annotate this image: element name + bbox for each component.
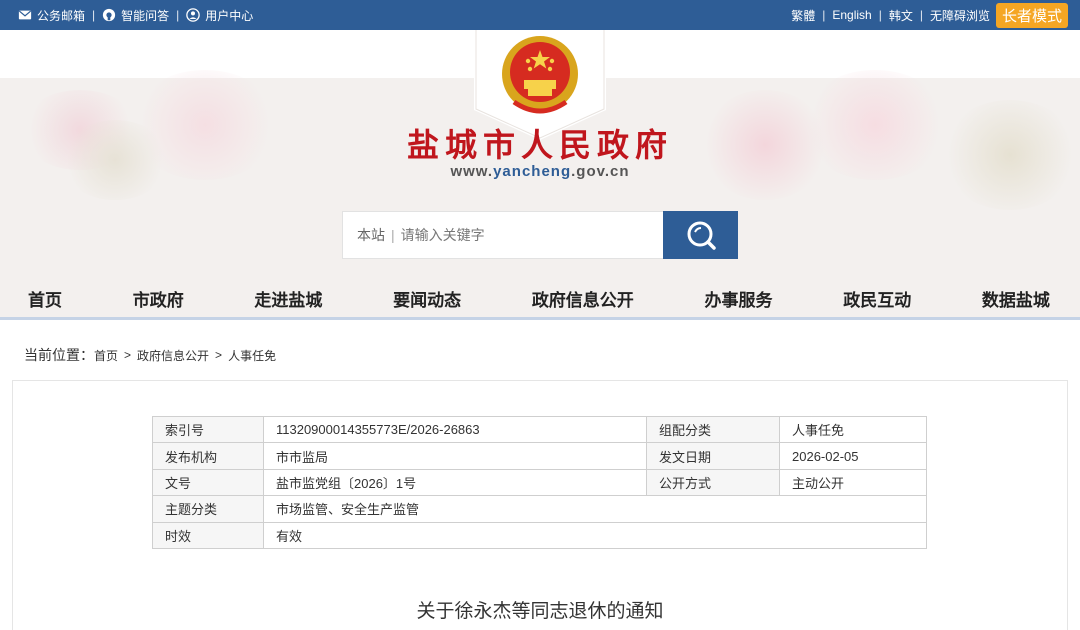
user-center-link[interactable]: 用户中心 — [186, 7, 253, 24]
meta-label: 公开方式 — [646, 468, 780, 497]
nav-item-about-city[interactable]: 走进盐城 — [254, 286, 322, 311]
domain-suffix: .gov.cn — [571, 163, 630, 180]
chat-robot-icon — [103, 8, 116, 22]
traditional-chinese-link[interactable]: 繁體 — [791, 7, 815, 24]
elder-mode-button[interactable]: 长者模式 — [995, 2, 1068, 28]
nav-item-info-disclosure[interactable]: 政府信息公开 — [532, 286, 634, 311]
table-row: 时效 有效 — [152, 521, 927, 549]
site-search: 本站 | — [342, 211, 738, 259]
qa-link-label: 智能问答 — [121, 8, 170, 23]
search-box: 本站 | — [342, 211, 664, 259]
divider: | — [919, 8, 923, 22]
breadcrumb-home[interactable]: 首页 — [94, 347, 118, 364]
search-scope[interactable]: 本站 — [357, 225, 385, 245]
breadcrumb: 当前位置： 首页 > 政府信息公开 > 人事任免 — [24, 345, 276, 365]
nav-item-home[interactable]: 首页 — [28, 286, 62, 311]
nav-item-news[interactable]: 要闻动态 — [393, 286, 461, 311]
document-title: 关于徐永杰等同志退休的通知 — [416, 600, 664, 622]
meta-open-mode: 主动公开 — [779, 468, 927, 497]
nav-item-data[interactable]: 数据盐城 — [982, 286, 1050, 311]
user-center-label: 用户中心 — [205, 8, 254, 23]
mail-link[interactable]: 公务邮箱 — [18, 7, 85, 24]
meta-label: 索引号 — [152, 415, 264, 444]
meta-validity: 有效 — [263, 521, 927, 549]
table-row: 主题分类 市场监管、安全生产监管 — [152, 495, 927, 523]
breadcrumb-separator: > — [124, 348, 132, 362]
search-icon — [687, 221, 716, 250]
meta-label: 组配分类 — [646, 415, 780, 444]
breadcrumb-label: 当前位置： — [24, 347, 94, 363]
meta-label: 发布机构 — [152, 442, 264, 470]
breadcrumb-separator: > — [215, 348, 223, 362]
search-divider: | — [391, 227, 395, 243]
mail-link-label: 公务邮箱 — [37, 8, 86, 23]
meta-doc-no: 盐市监党组〔2026〕1号 — [263, 468, 647, 497]
meta-topic: 市场监管、安全生产监管 — [263, 495, 927, 523]
user-icon — [186, 8, 201, 22]
nav-underline — [0, 317, 1080, 320]
meta-publisher: 市市监局 — [263, 442, 647, 470]
site-domain: www.yancheng.gov.cn — [0, 163, 1080, 180]
meta-date: 2026-02-05 — [779, 442, 927, 470]
domain-main: yancheng — [493, 163, 572, 180]
nav-item-services[interactable]: 办事服务 — [705, 286, 773, 311]
domain-prefix: www. — [450, 163, 494, 180]
korean-link[interactable]: 韩文 — [889, 7, 913, 24]
search-input[interactable] — [400, 227, 631, 243]
mail-icon — [18, 10, 32, 20]
meta-category: 人事任免 — [779, 415, 927, 444]
accessibility-link[interactable]: 无障碍浏览 — [930, 7, 990, 24]
table-row: 发布机构 市市监局 发文日期 2026-02-05 — [152, 442, 927, 470]
meta-label: 时效 — [152, 521, 264, 549]
divider: | — [878, 8, 882, 22]
divider: | — [822, 8, 826, 22]
table-row: 文号 盐市监党组〔2026〕1号 公开方式 主动公开 — [152, 468, 927, 497]
meta-index-no: 11320900014355773E/2026-26863 — [263, 415, 647, 444]
site-title: 盐城市人民政府 — [406, 126, 673, 164]
top-right-links: 繁體 | English | 韩文 | 无障碍浏览 长者模式 — [791, 0, 1068, 30]
top-left-links: 公务邮箱 | 智能问答 | 用户中心 — [18, 0, 253, 30]
document-meta-table: 索引号 11320900014355773E/2026-26863 组配分类 人… — [152, 415, 927, 549]
english-link[interactable]: English — [832, 8, 871, 22]
nav-item-interaction[interactable]: 政民互动 — [843, 286, 911, 311]
meta-label: 文号 — [152, 468, 264, 497]
header-banner: 盐城市人民政府 www.yancheng.gov.cn 本站 | — [0, 30, 1080, 280]
table-row: 索引号 11320900014355773E/2026-26863 组配分类 人… — [152, 415, 927, 444]
main-nav: 首页 市政府 走进盐城 要闻动态 政府信息公开 办事服务 政民互动 数据盐城 — [0, 280, 1080, 320]
breadcrumb-personnel[interactable]: 人事任免 — [228, 347, 276, 364]
divider: | — [92, 8, 96, 22]
search-button[interactable] — [663, 211, 738, 259]
meta-label: 主题分类 — [152, 495, 264, 523]
divider: | — [176, 8, 180, 22]
qa-link[interactable]: 智能问答 — [102, 7, 169, 24]
top-utility-bar: 公务邮箱 | 智能问答 | 用户中心 繁體 | English | 韩文 | 无… — [0, 0, 1080, 30]
nav-item-city-gov[interactable]: 市政府 — [133, 286, 184, 311]
breadcrumb-info-disclosure[interactable]: 政府信息公开 — [137, 347, 209, 364]
meta-label: 发文日期 — [646, 442, 780, 470]
